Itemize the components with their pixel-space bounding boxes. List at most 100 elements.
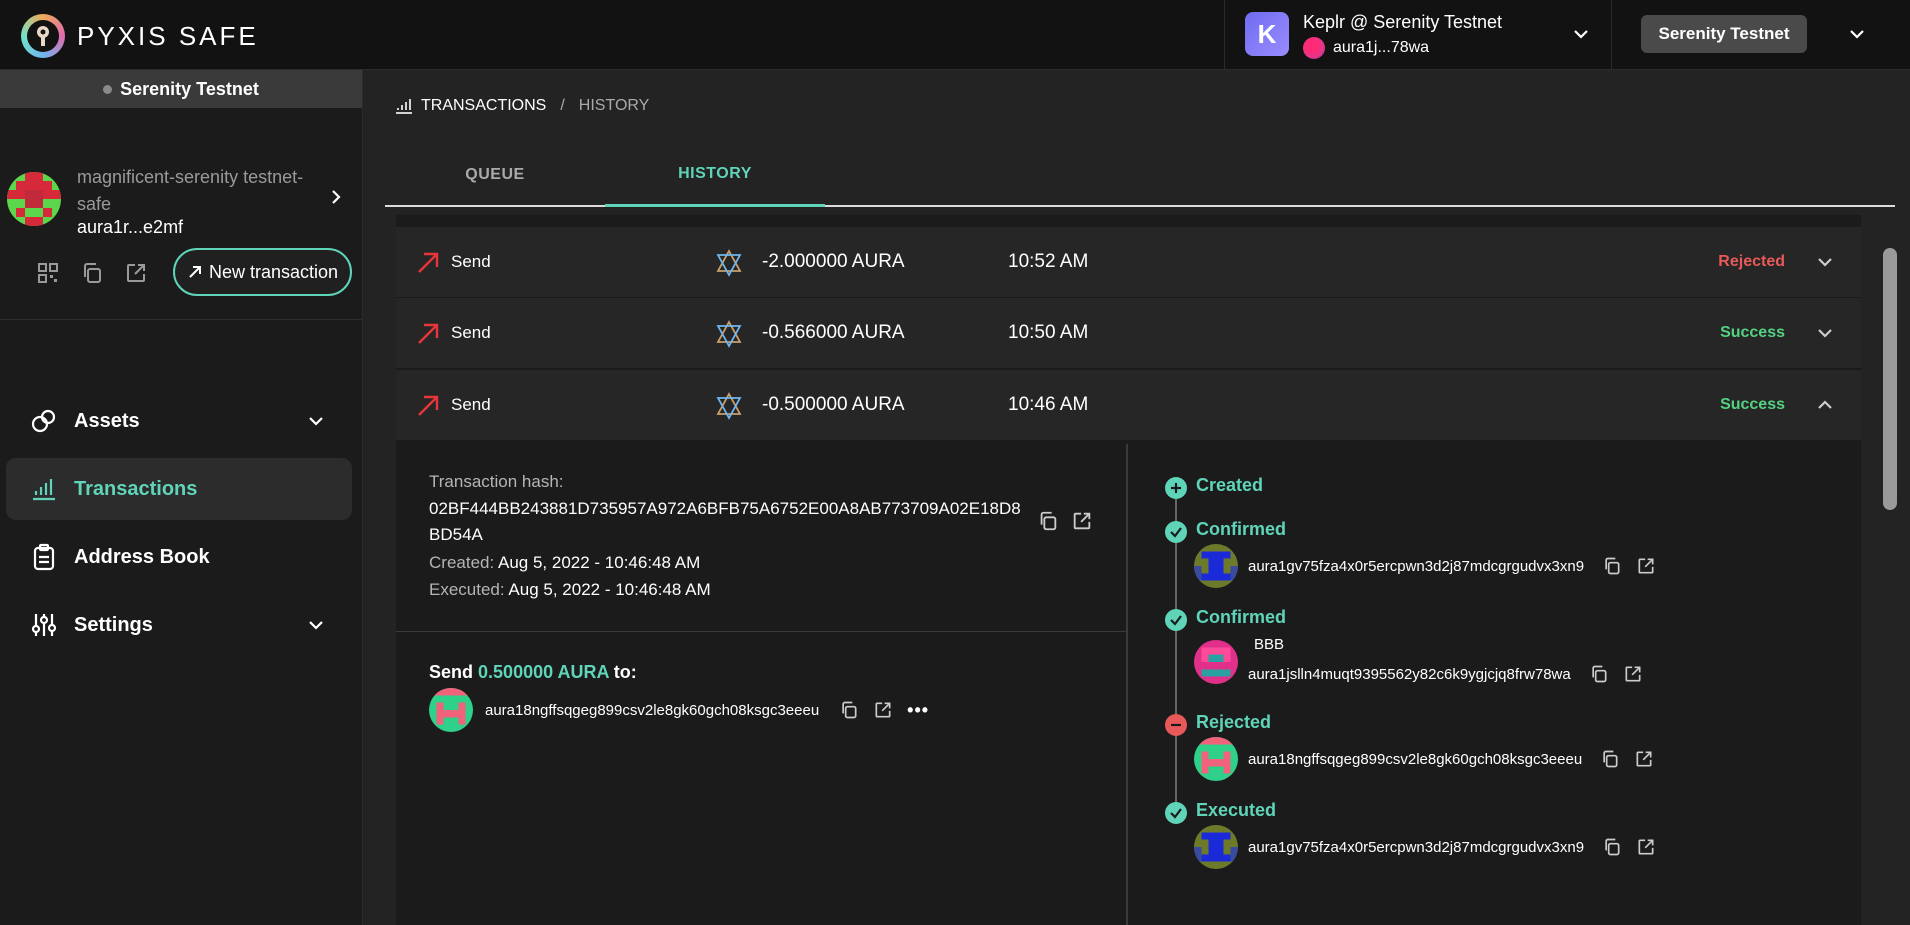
safe-address: aura1r...e2mf (77, 217, 184, 237)
external-link-icon[interactable] (873, 700, 893, 720)
hash-actions (1037, 510, 1093, 532)
wallet-selector[interactable]: K Keplr @ Serenity Testnet aura1j...78wa (1224, 0, 1612, 70)
external-link-icon[interactable] (1634, 749, 1654, 769)
transaction-type: Send (451, 323, 491, 342)
qr-icon[interactable] (36, 261, 60, 285)
signer-address: aura18ngffsqgeg899csv2le8gk60gch08ksgc3e… (1248, 750, 1583, 768)
scrollbar[interactable] (1883, 248, 1897, 510)
executed-value: Aug 5, 2022 - 10:46:48 AM (508, 580, 711, 599)
nav-assets[interactable]: Assets (6, 390, 352, 452)
network-strip-label: Serenity Testnet (120, 78, 259, 99)
transaction-row[interactable]: Send -0.566000 AURA 10:50 AM Success (396, 298, 1861, 368)
transaction-amount: -2.000000 AURA (762, 251, 905, 272)
recipient-actions: ••• (839, 700, 929, 721)
signer-address: aura1jslln4muqt9395562y82c6k9ygjcjq8frw7… (1248, 665, 1571, 683)
network-strip: Serenity Testnet (0, 70, 362, 108)
detail-info: Transaction hash: 02BF444BB243881D735957… (396, 444, 1128, 925)
arrow-up-right-icon (189, 266, 201, 278)
safe-info: magnificent-serenity testnet-safe aura1r… (0, 108, 362, 320)
status-badge: Rejected (1718, 253, 1785, 270)
minus-circle-icon (1165, 714, 1187, 736)
copy-icon[interactable] (1589, 664, 1609, 684)
signer-address: aura1gv75fza4x0r5ercpwn3d2j87mdcgrgudvx3… (1248, 557, 1585, 575)
breadcrumb-section[interactable]: TRANSACTIONS (421, 97, 546, 115)
check-circle-icon (1165, 609, 1187, 631)
copy-icon[interactable] (1600, 749, 1620, 769)
more-icon[interactable]: ••• (907, 700, 929, 721)
external-link-icon[interactable] (124, 261, 148, 285)
timeline-signer: aura1jslln4muqt9395562y82c6k9ygjcjq8frw7… (1194, 640, 1643, 684)
external-link-icon[interactable] (1636, 837, 1656, 857)
executed-label: Executed: (429, 580, 505, 599)
tab-queue[interactable]: QUEUE (385, 143, 605, 207)
transaction-type: Send (451, 252, 491, 271)
send-suffix: to: (613, 662, 637, 682)
nav-transactions[interactable]: Transactions (6, 458, 352, 520)
wallet-address-row: aura1j...78wa (1303, 37, 1429, 59)
created-row: Created: Aug 5, 2022 - 10:46:48 AM (429, 553, 700, 573)
signer-address: aura1gv75fza4x0r5ercpwn3d2j87mdcgrgudvx3… (1248, 838, 1585, 856)
nav-address-book-label: Address Book (74, 545, 210, 568)
copy-icon[interactable] (1602, 837, 1622, 857)
transaction-time: 10:50 AM (1008, 322, 1089, 343)
transaction-row[interactable]: Send -0.500000 AURA 10:46 AM Success (396, 370, 1861, 440)
copy-icon[interactable] (1602, 556, 1622, 576)
safe-avatar (7, 172, 61, 226)
tab-history[interactable]: HISTORY (605, 143, 825, 207)
recipient-row: aura18ngffsqgeg899csv2le8gk60gch08ksgc3e… (429, 688, 929, 732)
app-title: PYXIS SAFE (77, 20, 259, 51)
copy-icon[interactable] (839, 700, 859, 720)
send-amount: 0.500000 AURA (478, 662, 609, 682)
copy-icon[interactable] (1037, 510, 1059, 532)
status-badge: Success (1720, 324, 1785, 341)
new-transaction-button[interactable]: New transaction (173, 248, 352, 296)
external-link-icon[interactable] (1071, 510, 1093, 532)
external-link-icon[interactable] (1623, 664, 1643, 684)
plus-circle-icon (1165, 477, 1187, 499)
breadcrumb-separator: / (560, 97, 565, 114)
nav-settings[interactable]: Settings (6, 594, 352, 656)
main-nav: Assets Transactions Address Book Setting… (6, 390, 352, 662)
created-label: Created: (429, 553, 495, 572)
check-circle-icon (1165, 521, 1187, 543)
external-link-icon[interactable] (1636, 556, 1656, 576)
top-bar: PYXIS SAFE K Keplr @ Serenity Testnet au… (0, 0, 1910, 70)
timeline-rejected: Rejected (1196, 712, 1272, 732)
transactions-icon (396, 99, 412, 114)
copy-icon[interactable] (80, 261, 104, 285)
recipient-address: aura18ngffsqgeg899csv2le8gk60gch08ksgc3e… (485, 701, 820, 719)
network-button[interactable]: Serenity Testnet (1641, 15, 1807, 53)
avatar (1194, 640, 1238, 684)
chevron-right-icon[interactable] (329, 188, 343, 206)
app-logo[interactable]: PYXIS SAFE (21, 14, 259, 58)
wallet-address: aura1j...78wa (1333, 39, 1430, 56)
transactions-icon (33, 479, 55, 501)
chevron-down-icon[interactable] (1817, 254, 1833, 270)
transaction-hash: 02BF444BB243881D735957A972A6BFB75A6752E0… (429, 499, 1021, 544)
timeline-signer: aura1gv75fza4x0r5ercpwn3d2j87mdcgrgudvx3… (1194, 544, 1656, 588)
transaction-type: Send (451, 395, 491, 414)
hash-label: Transaction hash: (429, 472, 564, 491)
transaction-time: 10:52 AM (1008, 251, 1089, 272)
nav-address-book[interactable]: Address Book (6, 526, 352, 588)
breadcrumb: TRANSACTIONS / HISTORY (395, 97, 649, 115)
divider (396, 631, 1126, 632)
address-book-icon (33, 543, 55, 571)
chevron-down-icon[interactable] (308, 413, 324, 429)
detail-timeline: Created Confirmed aura1gv75fza4x0r5ercpw… (1130, 444, 1861, 925)
executed-row: Executed: Aug 5, 2022 - 10:46:48 AM (429, 580, 711, 600)
wallet-avatar (1303, 37, 1325, 59)
timeline-confirmed: Confirmed (1196, 607, 1286, 627)
chevron-down-icon[interactable] (1573, 26, 1589, 42)
chevron-down-icon[interactable] (1817, 325, 1833, 341)
timeline-signer: aura1gv75fza4x0r5ercpwn3d2j87mdcgrgudvx3… (1194, 825, 1656, 869)
safe-name: magnificent-serenity testnet-safe (77, 167, 304, 214)
chevron-down-icon[interactable] (308, 617, 324, 633)
chevron-up-icon[interactable] (1817, 397, 1833, 413)
send-summary: Send 0.500000 AURA to: (429, 662, 637, 683)
chevron-down-icon[interactable] (1849, 26, 1865, 42)
pyxis-logo-icon (21, 14, 65, 58)
nav-assets-label: Assets (74, 409, 140, 432)
assets-icon (31, 409, 56, 433)
transaction-row[interactable]: Send -2.000000 AURA 10:52 AM Rejected (396, 227, 1861, 297)
